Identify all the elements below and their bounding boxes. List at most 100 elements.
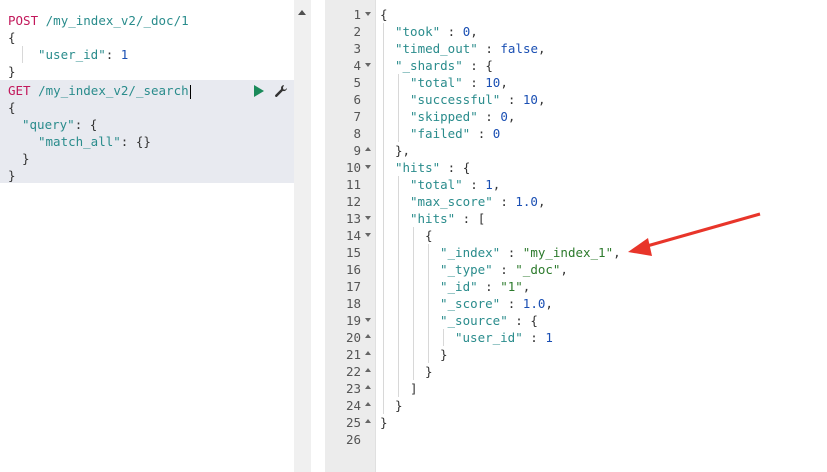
code-line[interactable]: } <box>0 167 294 184</box>
json-value: "my_index_1" <box>522 245 614 260</box>
indent-guide <box>428 261 429 278</box>
indent-guide <box>413 261 414 278</box>
request-method: GET <box>8 83 31 98</box>
json-punct: }, <box>395 143 411 158</box>
json-punct: { <box>425 228 433 243</box>
json-key: "_score" <box>440 296 501 311</box>
indent-guide <box>413 295 414 312</box>
indent-guide <box>398 380 399 397</box>
response-viewer: {"took" : 0, "timed_out" : false, "_shards… <box>376 6 827 448</box>
json-separator: : <box>507 313 531 328</box>
fold-end-icon[interactable] <box>365 147 371 151</box>
indent-guide <box>383 244 384 261</box>
indent-guide <box>443 329 444 346</box>
json-key: "query" <box>22 117 75 132</box>
fold-collapse-icon[interactable] <box>365 63 371 67</box>
line-number: 13 <box>325 210 375 227</box>
indent-guide <box>383 40 384 57</box>
indent-guide <box>413 278 414 295</box>
json-key: "skipped" <box>410 109 478 124</box>
wrench-icon[interactable] <box>274 84 288 98</box>
json-key: "total" <box>410 75 463 90</box>
indent-guide <box>398 261 399 278</box>
json-value: { <box>530 313 538 328</box>
fold-collapse-icon[interactable] <box>365 233 371 237</box>
json-punct: , <box>537 92 546 107</box>
indent-guide <box>383 363 384 380</box>
json-separator: : <box>462 58 486 73</box>
json-key: "failed" <box>410 126 471 141</box>
indent-guide <box>428 244 429 261</box>
json-key: "match_all" <box>38 134 121 149</box>
code-line[interactable]: } <box>0 63 294 80</box>
request-block-post[interactable]: POST /my_index_v2/_doc/1 { "user_id": 1 … <box>0 12 294 80</box>
indent-guide <box>22 46 23 63</box>
json-separator: : <box>477 279 501 294</box>
pane-divider[interactable] <box>311 0 325 472</box>
scroll-up-arrow-icon[interactable] <box>298 10 306 15</box>
json-punct: } <box>440 347 448 362</box>
request-line[interactable]: POST /my_index_v2/_doc/1 <box>0 12 294 29</box>
response-line: "_index" : "my_index_1", <box>376 244 827 261</box>
indent-guide <box>428 295 429 312</box>
indent-guide <box>383 23 384 40</box>
code-line[interactable]: { <box>0 99 294 116</box>
line-number: 1 <box>325 6 375 23</box>
json-separator: : <box>462 75 486 90</box>
response-line: "user_id" : 1 <box>376 329 827 346</box>
request-block-get[interactable]: GET /my_index_v2/_search { "query": { "m… <box>0 80 294 183</box>
code-line[interactable]: { <box>0 29 294 46</box>
indent-guide <box>383 74 384 91</box>
indent-guide <box>383 57 384 74</box>
indent-guide <box>383 261 384 278</box>
response-line: "timed_out" : false, <box>376 40 827 57</box>
response-line: } <box>376 363 827 380</box>
indent-guide <box>413 227 414 244</box>
json-key: "_type" <box>440 262 493 277</box>
fold-collapse-icon[interactable] <box>365 216 371 220</box>
fold-end-icon[interactable] <box>365 402 371 406</box>
json-separator: : <box>522 330 546 345</box>
indent-guide <box>383 295 384 312</box>
line-number: 2 <box>353 24 361 39</box>
line-number: 7 <box>353 109 361 124</box>
response-line: } <box>376 346 827 363</box>
response-line: "_score" : 1.0, <box>376 295 827 312</box>
json-key: "user_id" <box>38 47 106 62</box>
indent-guide <box>398 346 399 363</box>
fold-collapse-icon[interactable] <box>365 165 371 169</box>
json-value: 1 <box>120 47 129 62</box>
fold-end-icon[interactable] <box>365 385 371 389</box>
json-key: "hits" <box>395 160 441 175</box>
fold-collapse-icon[interactable] <box>365 12 371 16</box>
json-key: "_source" <box>440 313 508 328</box>
json-value: "_doc" <box>515 262 561 277</box>
line-number: 24 <box>325 397 375 414</box>
request-editor[interactable]: POST /my_index_v2/_doc/1 { "user_id": 1 … <box>0 0 294 472</box>
response-line: "total" : 10, <box>376 74 827 91</box>
request-line[interactable]: GET /my_index_v2/_search <box>0 82 294 99</box>
code-line[interactable]: "user_id": 1 <box>0 46 294 63</box>
request-path: /my_index_v2/_search <box>38 83 189 98</box>
response-line: "successful" : 10, <box>376 91 827 108</box>
json-punct: ] <box>410 381 418 396</box>
response-line: "took" : 0, <box>376 23 827 40</box>
editor-scrollbar[interactable] <box>294 0 311 472</box>
json-key: "successful" <box>410 92 501 107</box>
json-punct: : { <box>74 117 98 132</box>
json-key: "_index" <box>440 245 501 260</box>
fold-end-icon[interactable] <box>365 351 371 355</box>
fold-collapse-icon[interactable] <box>365 318 371 322</box>
json-value: 1 <box>545 330 553 345</box>
fold-end-icon[interactable] <box>365 334 371 338</box>
fold-end-icon[interactable] <box>365 368 371 372</box>
json-punct: } <box>395 398 403 413</box>
play-icon[interactable] <box>254 84 264 97</box>
request-path: /my_index_v2/_doc/1 <box>45 13 189 28</box>
response-line: }, <box>376 142 827 159</box>
code-line[interactable]: "match_all": {} <box>0 133 294 150</box>
code-line[interactable]: } <box>0 150 294 167</box>
indent-guide <box>398 193 399 210</box>
fold-end-icon[interactable] <box>365 419 371 423</box>
code-line[interactable]: "query": { <box>0 116 294 133</box>
